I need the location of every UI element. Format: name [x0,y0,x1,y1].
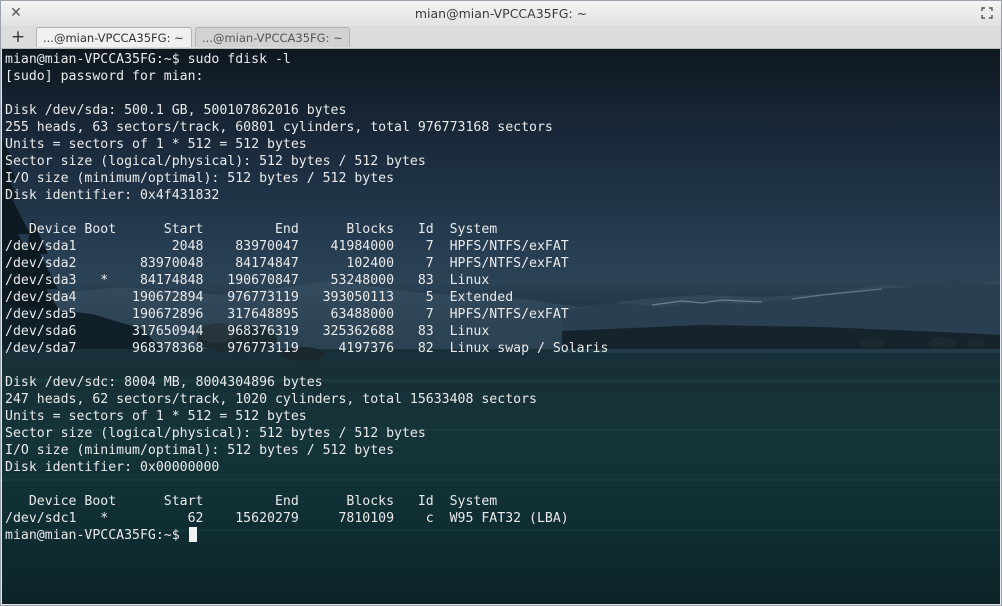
terminal-line: /dev/sdc1 * 62 15620279 7810109 c W95 FA… [5,511,569,526]
terminal-line: [sudo] password for mian: [5,69,204,84]
new-tab-button[interactable]: + [8,27,28,47]
maximize-window-button[interactable] [979,5,995,21]
tab-bar: + ...@mian-VPCCA35FG: ~ ...@mian-VPCCA35… [1,26,1001,49]
title-bar[interactable]: ✕ mian@mian-VPCCA35FG: ~ [1,1,1001,27]
terminal-line: /dev/sda5 190672896 317648895 63488000 7… [5,307,569,322]
terminal-output: mian@mian-VPCCA35FG:~$ sudo fdisk -l [sud… [5,51,608,544]
terminal-line: Device Boot Start End Blocks Id System [5,494,498,509]
terminal-line: Disk identifier: 0x4f431832 [5,188,220,203]
terminal-line: Sector size (logical/physical): 512 byte… [5,426,426,441]
terminal-line: 247 heads, 62 sectors/track, 1020 cylind… [5,392,537,407]
terminal-line: 255 heads, 63 sectors/track, 60801 cylin… [5,120,553,135]
tab-terminal-1[interactable]: ...@mian-VPCCA35FG: ~ [36,27,192,47]
terminal-line: Disk /dev/sda: 500.1 GB, 500107862016 by… [5,103,347,118]
text-cursor [188,527,197,542]
terminal-line: Units = sectors of 1 * 512 = 512 bytes [5,137,307,152]
terminal-line: Disk /dev/sdc: 8004 MB, 8004304896 bytes [5,375,323,390]
tab-label: ...@mian-VPCCA35FG: ~ [202,30,343,45]
terminal-line: /dev/sda4 190672894 976773119 393050113 … [5,290,514,305]
terminal-line: mian@mian-VPCCA35FG:~$ sudo fdisk -l [5,52,291,67]
terminal-line: /dev/sda2 83970048 84174847 102400 7 HPF… [5,256,569,271]
terminal-line: /dev/sda6 317650944 968376319 325362688 … [5,324,490,339]
terminal-line: I/O size (minimum/optimal): 512 bytes / … [5,171,395,186]
terminal-line: Units = sectors of 1 * 512 = 512 bytes [5,409,307,424]
terminal-line: I/O size (minimum/optimal): 512 bytes / … [5,443,395,458]
tab-label: ...@mian-VPCCA35FG: ~ [43,30,184,45]
terminal-area[interactable]: mian@mian-VPCCA35FG:~$ sudo fdisk -l [sud… [2,49,1000,604]
terminal-line: Disk identifier: 0x00000000 [5,460,220,475]
plus-icon: + [10,27,26,47]
terminal-line: /dev/sda3 * 84174848 190670847 53248000 … [5,273,490,288]
tab-terminal-2[interactable]: ...@mian-VPCCA35FG: ~ [195,27,350,47]
prompt-line[interactable]: mian@mian-VPCCA35FG:~$ [5,527,608,544]
terminal-line: Device Boot Start End Blocks Id System [5,222,498,237]
maximize-icon [981,7,993,19]
shell-prompt: mian@mian-VPCCA35FG:~$ [5,528,188,543]
window-title: mian@mian-VPCCA35FG: ~ [414,6,588,21]
terminal-line: /dev/sda7 968378368 976773119 4197376 82… [5,341,609,356]
terminal-line: /dev/sda1 2048 83970047 41984000 7 HPFS/… [5,239,569,254]
terminal-line: Sector size (logical/physical): 512 byte… [5,154,426,169]
terminal-window: ✕ mian@mian-VPCCA35FG: ~ + ...@mian-VPCC… [0,0,1002,606]
